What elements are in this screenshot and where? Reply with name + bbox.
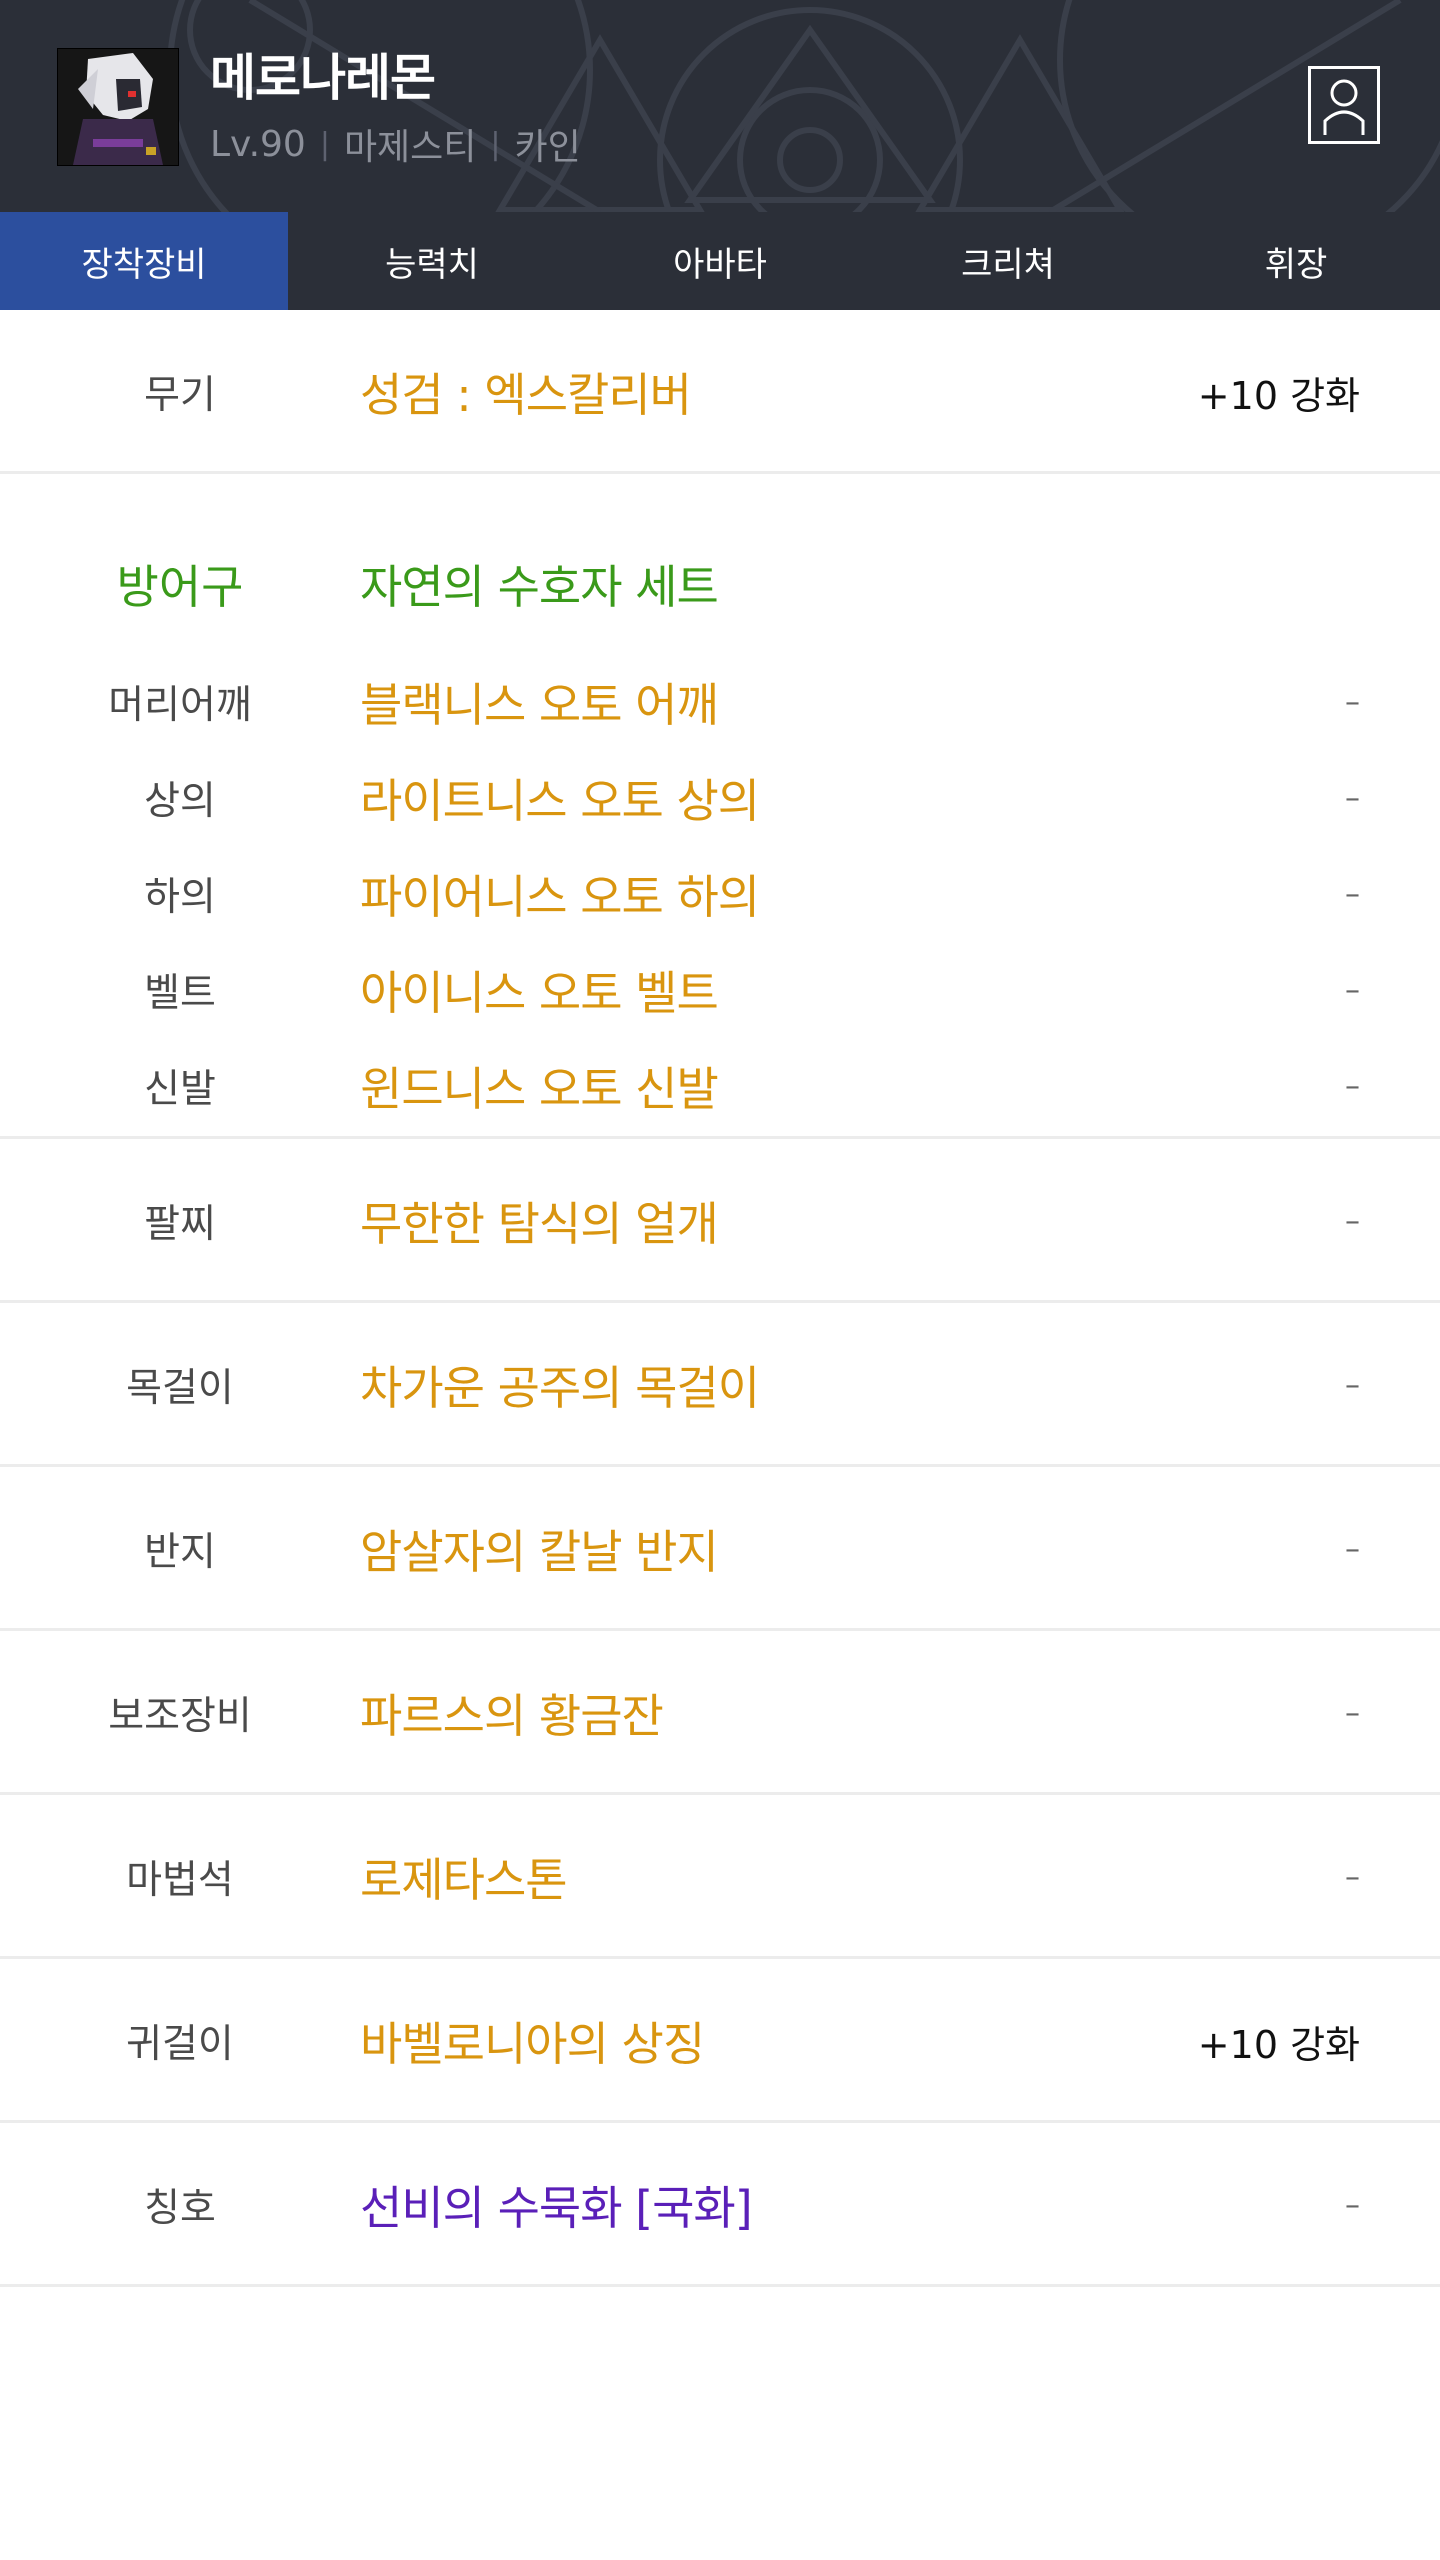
enhance-value: – [1345,1531,1360,1567]
slot-label: 팔찌 [144,1202,216,1247]
enhance-value: – [1345,1203,1360,1239]
character-class: 마제스티 [343,127,477,168]
equipment-row-bracelet[interactable]: 팔찌 무한한 탐식의 얼개 – [0,1139,1440,1303]
equipment-row-title[interactable]: 칭호 선비의 수묵화 [국화] – [0,2123,1440,2287]
character-name: 메로나레몬 [210,49,436,107]
character-info: Lv.90 | 마제스티 | 카인 [210,118,581,170]
enhance-value: +10 강화 [1197,2022,1360,2067]
slot-label: 무기 [144,373,216,418]
enhance-value: +10 강화 [1197,373,1360,418]
character-header: 메로나레몬 Lv.90 | 마제스티 | 카인 [0,0,1440,212]
enhance-value: – [1345,1859,1360,1895]
item-name: 무한한 탐식의 얼개 [360,1197,719,1251]
item-name[interactable]: 아이니스 오토 벨트 [360,942,719,1038]
item-name: 암살자의 칼날 반지 [360,1525,719,1579]
slot-label: 상의 [144,779,216,824]
equipment-row-weapon[interactable]: 무기 성검 : 엑스칼리버 +10 강화 [0,310,1440,474]
item-name: 차가운 공주의 목걸이 [360,1361,760,1415]
enhance-value: – [1345,1068,1360,1104]
tab-equipped[interactable]: 장착장비 [0,212,288,310]
equipment-row-support[interactable]: 보조장비 파르스의 황금잔 – [0,1631,1440,1795]
tab-avatar[interactable]: 아바타 [576,212,864,310]
tab-creature[interactable]: 크리쳐 [864,212,1152,310]
enhance-value: – [1345,780,1360,816]
slot-label: 하의 [144,875,216,920]
slot-label: 반지 [144,1530,216,1575]
slot-label: 보조장비 [108,1694,252,1739]
character-level: Lv.90 [210,123,306,165]
item-name: 성검 : 엑스칼리버 [360,368,692,422]
slot-label: 칭호 [144,2186,216,2231]
item-name[interactable]: 라이트니스 오토 상의 [360,750,760,846]
item-name: 바벨로니아의 상징 [360,2017,705,2071]
slot-label: 마법석 [126,1858,234,1903]
equipment-row-ring[interactable]: 반지 암살자의 칼날 반지 – [0,1467,1440,1631]
equipment-tabs: 장착장비 능력치 아바타 크리쳐 휘장 [0,212,1440,310]
armor-set-name[interactable]: 자연의 수호자 세트 [360,534,719,634]
enhance-value: – [1345,1695,1360,1731]
slot-label: 신발 [144,1067,216,1112]
tab-stats[interactable]: 능력치 [288,212,576,310]
equipment-armor-set: 방어구 자연의 수호자 세트 머리어깨 블랙니스 오토 어깨 – 상의 라이트니… [0,474,1440,1139]
item-name: 로제타스톤 [360,1853,568,1907]
slot-label: 벨트 [144,971,216,1016]
character-avatar-icon [58,49,178,165]
item-name[interactable]: 윈드니스 오토 신발 [360,1038,719,1134]
item-name: 파르스의 황금잔 [360,1689,664,1743]
character-server: 카인 [514,127,581,168]
character-avatar[interactable] [57,48,179,166]
enhance-value: – [1345,972,1360,1008]
enhance-value: – [1345,876,1360,912]
slot-label: 머리어깨 [108,683,252,728]
enhance-value: – [1345,2187,1360,2223]
profile-button[interactable] [1308,66,1380,144]
enhance-value: – [1345,684,1360,720]
slot-label: 귀걸이 [126,2022,234,2067]
equipment-row-magic-stone[interactable]: 마법석 로제타스톤 – [0,1795,1440,1959]
slot-label: 목걸이 [126,1366,234,1411]
separator: | [319,126,330,162]
armor-set-label: 방어구 [116,560,244,614]
separator: | [490,126,501,162]
item-name[interactable]: 파이어니스 오토 하의 [360,846,760,942]
item-name[interactable]: 블랙니스 오토 어깨 [360,654,719,750]
tab-emblem[interactable]: 휘장 [1152,212,1440,310]
enhance-value: – [1345,1367,1360,1403]
item-name: 선비의 수묵화 [국화] [360,2181,753,2235]
equipment-row-earring[interactable]: 귀걸이 바벨로니아의 상징 +10 강화 [0,1959,1440,2123]
equipment-row-necklace[interactable]: 목걸이 차가운 공주의 목걸이 – [0,1303,1440,1467]
profile-icon [1323,79,1365,135]
